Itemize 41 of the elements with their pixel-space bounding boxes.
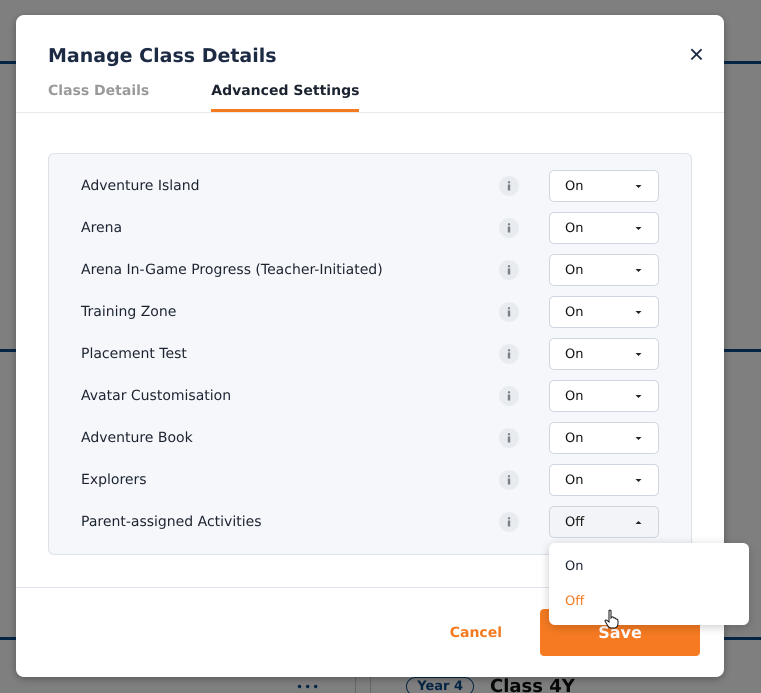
setting-label: Adventure Island [81, 178, 201, 194]
caret-icon [635, 520, 642, 524]
more-button[interactable]: ••• [296, 680, 320, 693]
tab[interactable]: Advanced Settings [211, 83, 360, 112]
dropdown[interactable]: On [549, 380, 659, 412]
info-icon[interactable] [499, 218, 519, 238]
setting-label: Arena In-Game Progress (Teacher-Initiated) [81, 262, 384, 278]
close-button[interactable]: × [686, 43, 706, 65]
info-icon[interactable] [499, 512, 519, 532]
info-icon[interactable] [499, 344, 519, 364]
setting-label: Adventure Book [81, 430, 194, 446]
info-icon[interactable] [499, 176, 519, 196]
setting-label: Placement Test [81, 346, 188, 362]
setting-label: Training Zone [81, 304, 178, 320]
setting-label: Arena [81, 220, 124, 236]
setting-label: Avatar Customisation [81, 388, 232, 404]
setting-label: Parent-assigned Activities [81, 514, 263, 530]
setting-label: Explorers [81, 472, 148, 488]
dropdown[interactable]: On [549, 296, 659, 328]
dropdown[interactable]: On [549, 170, 659, 202]
caret-icon [635, 478, 642, 482]
caret-icon [635, 184, 642, 188]
dropdown[interactable]: On [549, 464, 659, 496]
dropdown[interactable]: On [549, 338, 659, 370]
dropdown[interactable]: On [549, 212, 659, 244]
caret-icon [635, 394, 642, 398]
caret-icon [635, 436, 642, 440]
info-icon[interactable] [499, 428, 519, 448]
menu-option[interactable]: On [549, 549, 749, 584]
dialog-title: Manage Class Details [48, 45, 277, 67]
info-icon[interactable] [499, 302, 519, 322]
class-name: Class 4Y [490, 676, 575, 693]
info-icon[interactable] [499, 260, 519, 280]
info-icon[interactable] [499, 470, 519, 490]
dropdown[interactable]: On [549, 422, 659, 454]
info-icon[interactable] [499, 386, 519, 406]
caret-icon [635, 268, 642, 272]
caret-icon [635, 310, 642, 314]
caret-icon [635, 226, 642, 230]
dropdown[interactable]: Off [549, 506, 659, 538]
dropdown[interactable]: On [549, 254, 659, 286]
